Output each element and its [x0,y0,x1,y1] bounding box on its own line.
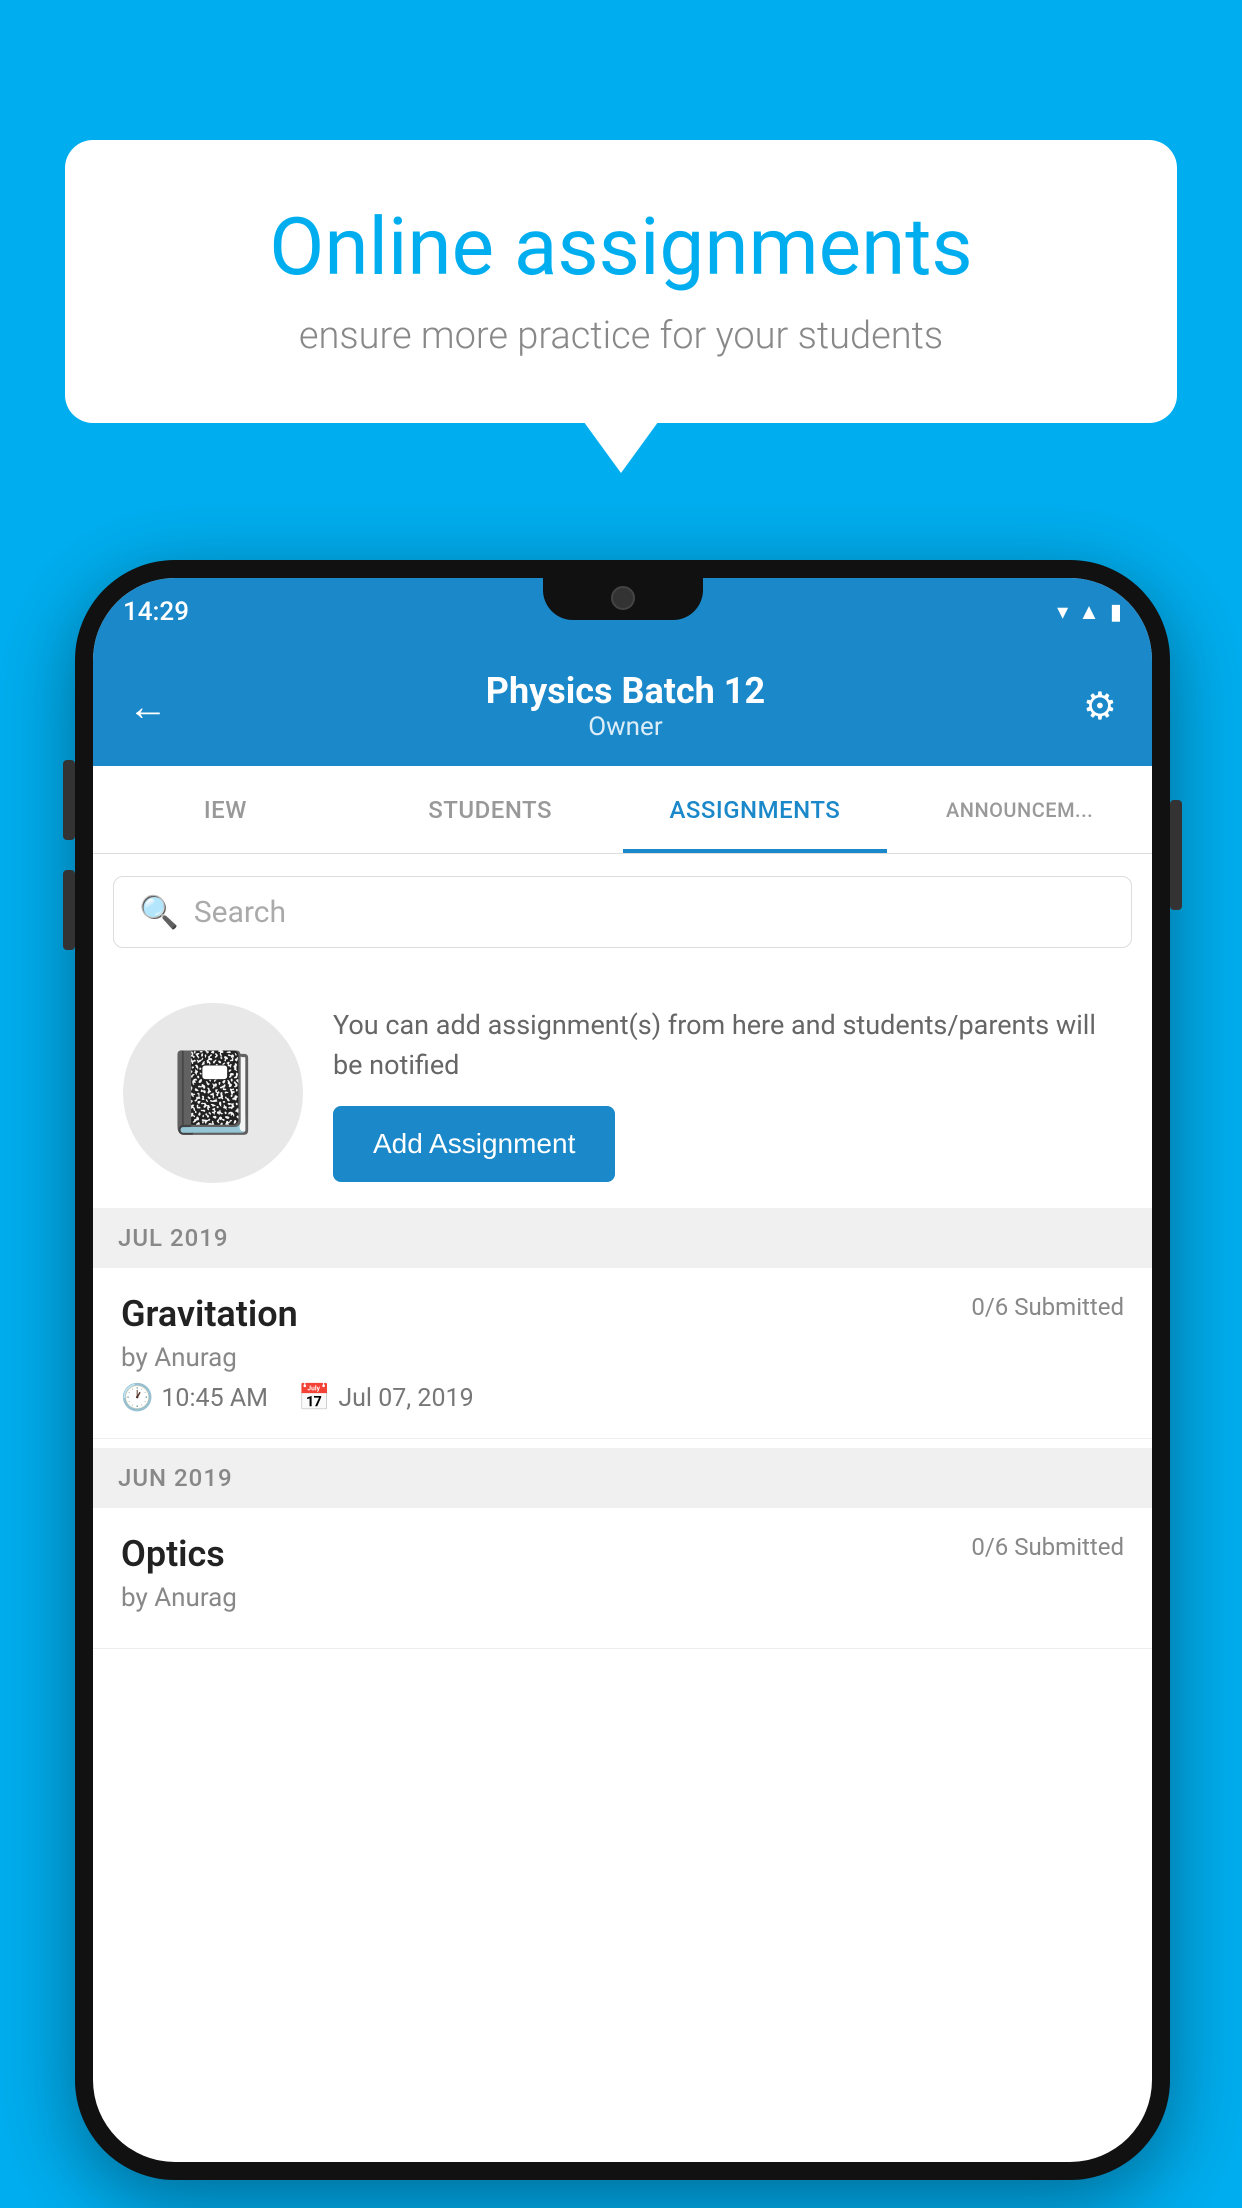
assignment-title-optics: Optics [121,1533,225,1575]
speech-bubble-subtitle: ensure more practice for your students [135,314,1107,358]
assignment-top-row-optics: Optics 0/6 Submitted [121,1533,1124,1575]
calendar-icon: 📅 [298,1383,330,1413]
assignment-author: by Anurag [121,1343,1124,1373]
tab-students[interactable]: STUDENTS [358,766,623,853]
settings-button[interactable]: ⚙ [1083,684,1117,729]
clock-icon: 🕐 [121,1383,153,1413]
volume-down-button[interactable] [63,870,75,950]
app-bar-subtitle: Owner [486,712,765,742]
front-camera [611,586,635,610]
section-header-jul: JUL 2019 [93,1208,1152,1268]
assignment-item-optics[interactable]: Optics 0/6 Submitted by Anurag [93,1508,1152,1649]
search-placeholder: Search [194,895,286,930]
section-header-jul-label: JUL 2019 [118,1224,229,1252]
assignment-top-row: Gravitation 0/6 Submitted [121,1293,1124,1335]
tab-announcements[interactable]: ANNOUNCEM... [887,766,1152,853]
notch [543,578,703,620]
promo-section: 📓 You can add assignment(s) from here an… [93,968,1152,1219]
assignment-author-optics: by Anurag [121,1583,1124,1613]
assignment-meta: 🕐 10:45 AM 📅 Jul 07, 2019 [121,1383,1124,1413]
assignment-item-gravitation[interactable]: Gravitation 0/6 Submitted by Anurag 🕐 10… [93,1268,1152,1439]
speech-bubble: Online assignments ensure more practice … [65,140,1177,423]
signal-icon: ▲ [1078,599,1100,625]
app-bar-title: Physics Batch 12 [486,670,765,712]
assignment-date: 📅 Jul 07, 2019 [298,1383,474,1413]
notebook-icon: 📓 [163,1046,263,1140]
assignment-submitted-optics: 0/6 Submitted [971,1533,1124,1561]
volume-up-button[interactable] [63,760,75,840]
search-icon: 🔍 [139,893,179,931]
section-header-jun-label: JUN 2019 [118,1464,233,1492]
app-bar: ← Physics Batch 12 Owner ⚙ [93,646,1152,766]
promo-description: You can add assignment(s) from here and … [333,1005,1122,1086]
search-bar[interactable]: 🔍 Search [113,876,1132,948]
back-button[interactable]: ← [128,683,168,730]
tab-assignments[interactable]: ASSIGNMENTS [623,766,888,853]
add-assignment-button[interactable]: Add Assignment [333,1106,615,1182]
status-time: 14:29 [123,597,189,627]
wifi-icon: ▾ [1057,600,1068,625]
app-bar-title-group: Physics Batch 12 Owner [486,670,765,742]
promo-text-group: You can add assignment(s) from here and … [333,1005,1122,1182]
speech-bubble-container: Online assignments ensure more practice … [65,140,1177,423]
tabs-bar: IEW STUDENTS ASSIGNMENTS ANNOUNCEM... [93,766,1152,854]
status-icons: ▾ ▲ ▮ [1057,599,1122,625]
assignment-title: Gravitation [121,1293,298,1335]
phone-screen: 14:29 ▾ ▲ ▮ ← Physics Batch 12 Owner ⚙ I… [93,578,1152,2162]
section-header-jun: JUN 2019 [93,1448,1152,1508]
assignment-time: 🕐 10:45 AM [121,1383,268,1413]
assignment-submitted: 0/6 Submitted [971,1293,1124,1321]
promo-icon-circle: 📓 [123,1003,303,1183]
battery-icon: ▮ [1110,600,1122,625]
search-container: 🔍 Search [93,858,1152,966]
phone-frame: 14:29 ▾ ▲ ▮ ← Physics Batch 12 Owner ⚙ I… [75,560,1170,2180]
speech-bubble-title: Online assignments [135,200,1107,294]
tab-iew[interactable]: IEW [93,766,358,853]
power-button[interactable] [1170,800,1182,910]
